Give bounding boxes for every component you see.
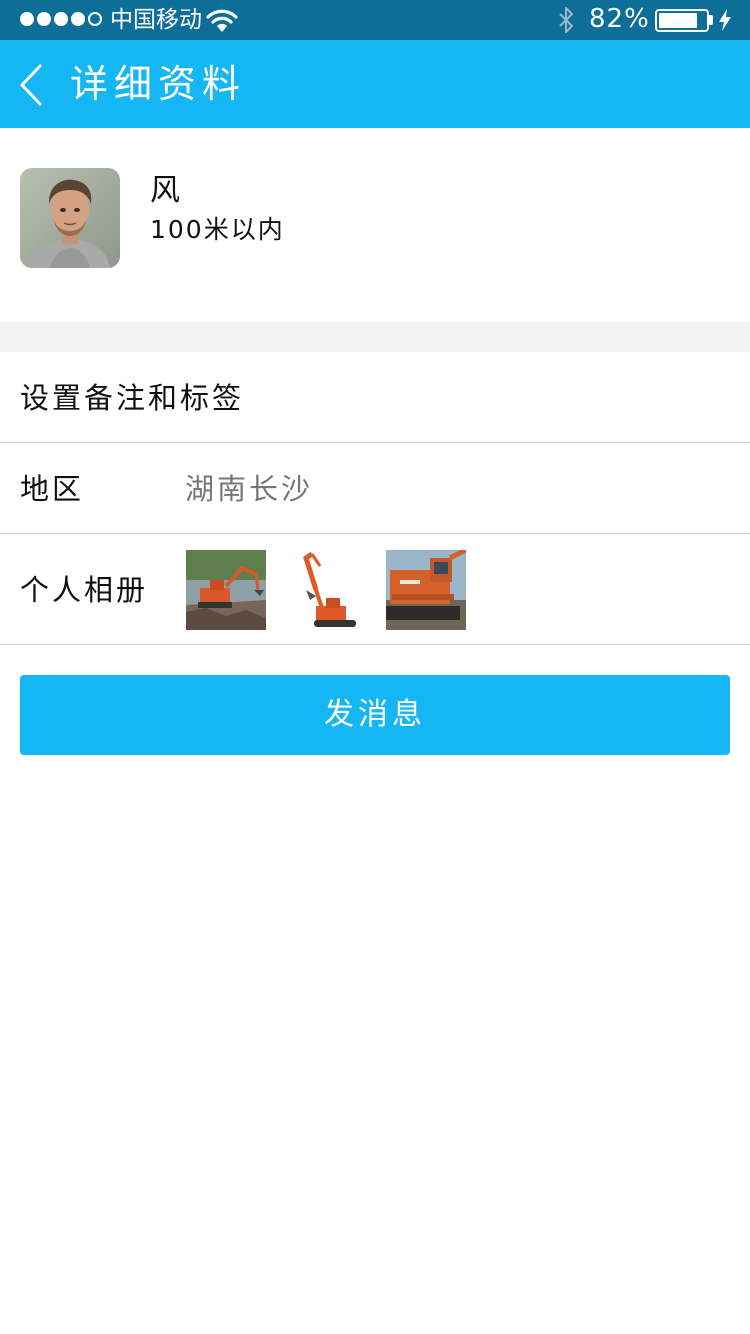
profile-name: 风: [150, 173, 180, 208]
signal-strength-icon: [20, 12, 102, 26]
wifi-icon: [206, 8, 238, 38]
remark-tag-row[interactable]: 设置备注和标签: [0, 352, 750, 443]
navigation-bar: 详细资料: [0, 40, 750, 128]
section-divider: [0, 322, 750, 352]
battery-percentage: 82%: [589, 4, 650, 34]
page-title: 详细资料: [70, 62, 247, 106]
profile-header: 风 100米以内: [0, 128, 750, 322]
album-photo[interactable]: [286, 550, 366, 630]
bluetooth-icon: [556, 6, 576, 38]
album-label: 个人相册: [20, 573, 149, 607]
signal-dot: [20, 12, 34, 26]
remark-tag-label: 设置备注和标签: [20, 381, 245, 415]
album-row[interactable]: 个人相册: [0, 534, 750, 645]
battery-icon: [655, 9, 709, 32]
region-value: 湖南长沙: [185, 472, 314, 506]
signal-dot-empty: [88, 12, 102, 26]
carrier-name: 中国移动: [110, 7, 202, 33]
album-photo[interactable]: [186, 550, 266, 630]
avatar[interactable]: [20, 168, 120, 268]
region-row: 地区 湖南长沙: [0, 443, 750, 534]
signal-dot: [54, 12, 68, 26]
status-bar: 中国移动 82%: [0, 0, 750, 40]
battery-level: [659, 13, 697, 28]
charging-bolt-icon: [718, 9, 732, 35]
send-message-button[interactable]: 发消息: [20, 675, 730, 755]
album-photo[interactable]: [386, 550, 466, 630]
back-chevron-icon[interactable]: [18, 64, 44, 110]
battery-tip: [709, 15, 713, 25]
signal-dot: [37, 12, 51, 26]
signal-dot: [71, 12, 85, 26]
region-label: 地区: [20, 472, 85, 506]
profile-distance: 100米以内: [150, 215, 285, 244]
